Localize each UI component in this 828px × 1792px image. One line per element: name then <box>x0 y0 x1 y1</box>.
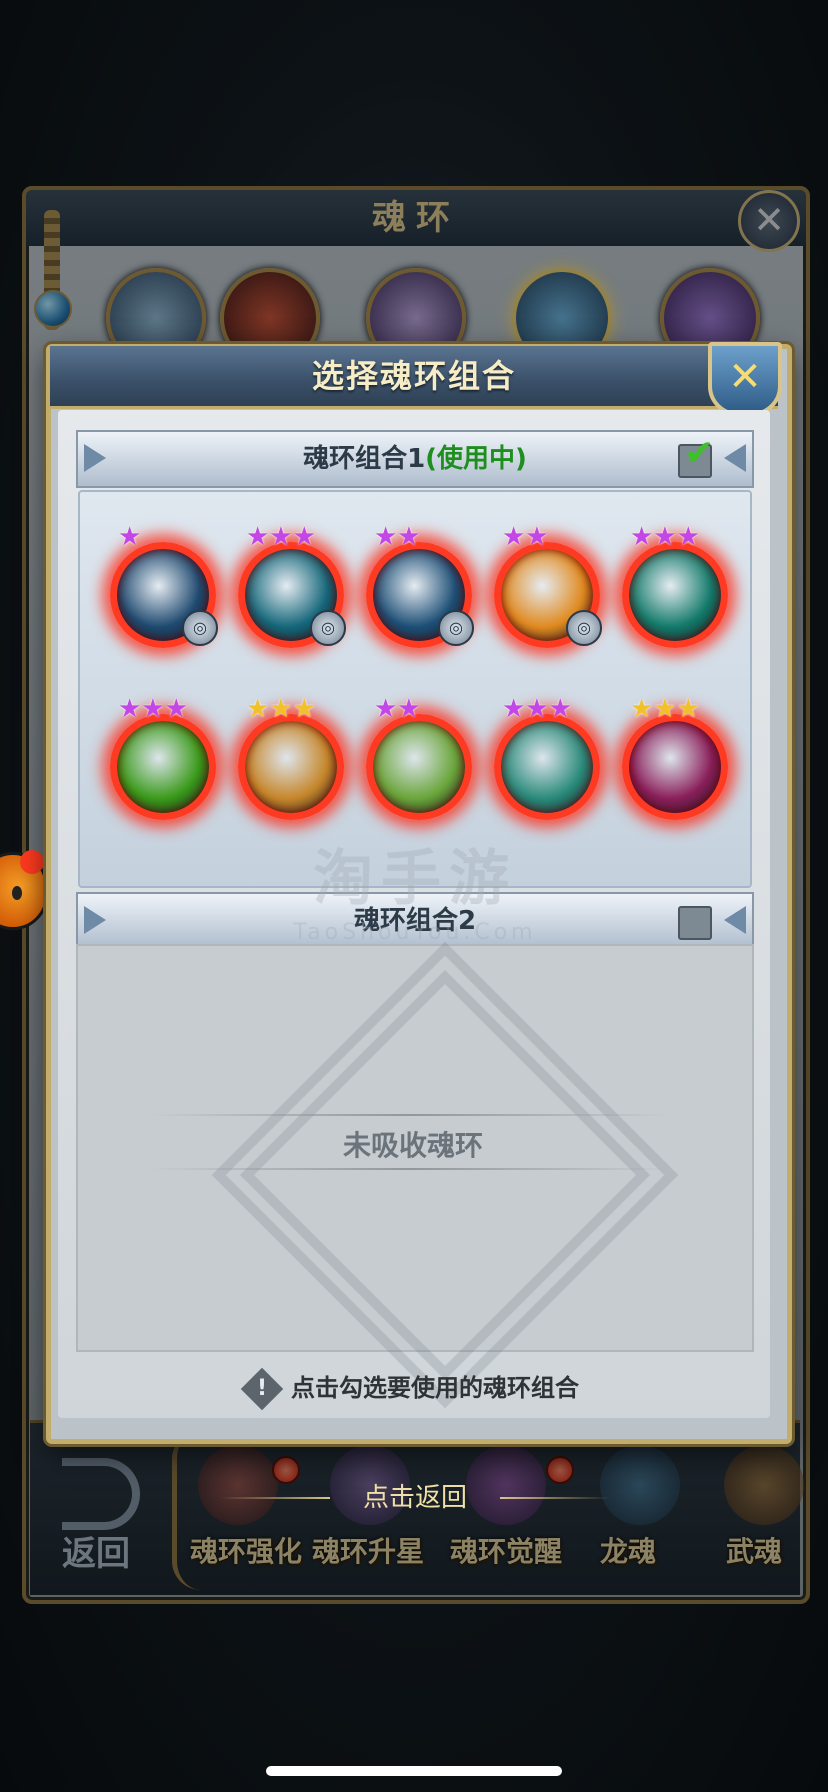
hint-text: 点击勾选要使用的魂环组合 <box>291 1374 579 1402</box>
dialog-title: 选择魂环组合 <box>311 357 516 395</box>
star-rating-icon: ★ <box>118 522 142 552</box>
empty-state-text: 未吸收魂环 <box>342 1129 483 1162</box>
click-back-text: 点击返回 <box>362 1483 467 1513</box>
combo-group-2-checkbox[interactable] <box>678 906 712 940</box>
mascot-eye <box>12 886 22 900</box>
star-rating-icon: ★★ <box>374 694 421 724</box>
soul-ring-grid: ★ ◎ ★★★ ◎ ★★ ◎ ★★ ◎ ★★★ ★★★ ★★★ ★★ ★★★ ★★★ <box>78 490 752 888</box>
combo-group-1-label: 魂环组合1(使用中) <box>78 432 752 486</box>
soul-ring-slot[interactable] <box>366 714 472 820</box>
hint-line-left <box>220 1497 330 1499</box>
soul-ring-slot[interactable] <box>238 714 344 820</box>
in-use-status: (使用中) <box>425 444 527 474</box>
ring-badge-icon: ◎ <box>566 610 602 646</box>
star-rating-icon: ★★★ <box>118 694 188 724</box>
ring-badge-icon: ◎ <box>182 610 218 646</box>
notification-dot <box>20 850 44 874</box>
click-back-hint[interactable]: 点击返回 <box>200 1478 630 1518</box>
ring-badge-icon: ◎ <box>438 610 474 646</box>
hint-line-right <box>500 1497 610 1499</box>
warning-icon: ! <box>240 1367 284 1411</box>
ring-badge-icon: ◎ <box>310 610 346 646</box>
soul-ring-slot[interactable] <box>494 714 600 820</box>
star-rating-icon: ★★★ <box>246 522 316 552</box>
star-rating-icon: ★★★ <box>630 522 700 552</box>
watermark: 淘手游 <box>313 844 517 914</box>
divider-line <box>150 1114 670 1116</box>
soul-ring-slot[interactable] <box>622 714 728 820</box>
home-indicator[interactable] <box>266 1766 562 1776</box>
star-rating-icon: ★★★ <box>502 694 572 724</box>
hint-row: ! 点击勾选要使用的魂环组合 <box>76 1366 750 1411</box>
close-icon[interactable]: ✕ <box>708 342 782 416</box>
star-rating-icon: ★★ <box>502 522 549 552</box>
star-rating-icon: ★★★ <box>246 694 316 724</box>
soul-ring-slot[interactable] <box>622 542 728 648</box>
combo-group-1-name: 魂环组合1 <box>303 444 426 474</box>
divider-line <box>150 1168 670 1170</box>
star-rating-icon: ★★★ <box>630 694 700 724</box>
star-rating-icon: ★★ <box>374 522 421 552</box>
combo-group-1-checkbox[interactable]: ✔ <box>678 436 714 478</box>
soul-ring-slot[interactable] <box>110 714 216 820</box>
combo-group-1-header[interactable]: 魂环组合1(使用中) ✔ <box>76 430 754 488</box>
checkmark-icon: ✔ <box>684 433 715 474</box>
watermark-sub: TaoShouYou.Com <box>293 920 537 945</box>
